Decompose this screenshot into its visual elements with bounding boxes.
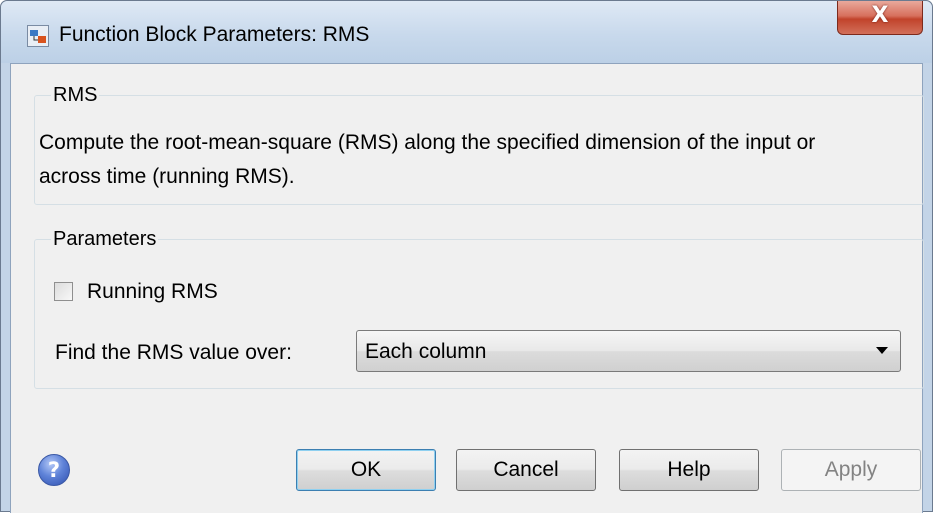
find-rms-over-dropdown[interactable]: Each column xyxy=(356,330,901,372)
running-rms-checkbox[interactable] xyxy=(54,282,73,301)
close-icon: X xyxy=(871,3,889,28)
title-bar[interactable]: Function Block Parameters: RMS X xyxy=(1,1,932,63)
block-group-label: RMS xyxy=(51,84,100,107)
dialog-window: Function Block Parameters: RMS X RMS Com… xyxy=(0,0,933,513)
apply-button[interactable]: Apply xyxy=(781,449,921,491)
parameters-group-label: Parameters xyxy=(51,228,159,251)
cancel-button[interactable]: Cancel xyxy=(456,449,596,491)
help-icon[interactable]: ? xyxy=(38,454,70,486)
find-rms-over-label: Find the RMS value over: xyxy=(55,341,292,364)
dropdown-arrow-icon xyxy=(876,347,888,354)
block-description: Compute the root-mean-square (RMS) along… xyxy=(39,131,816,188)
help-button[interactable]: Help xyxy=(619,449,759,491)
running-rms-label[interactable]: Running RMS xyxy=(87,280,218,304)
simulink-block-icon xyxy=(27,25,49,47)
find-rms-over-value: Each column xyxy=(365,340,487,363)
ok-button[interactable]: OK xyxy=(296,449,436,491)
close-button[interactable]: X xyxy=(837,1,923,35)
window-title: Function Block Parameters: RMS xyxy=(59,23,370,46)
